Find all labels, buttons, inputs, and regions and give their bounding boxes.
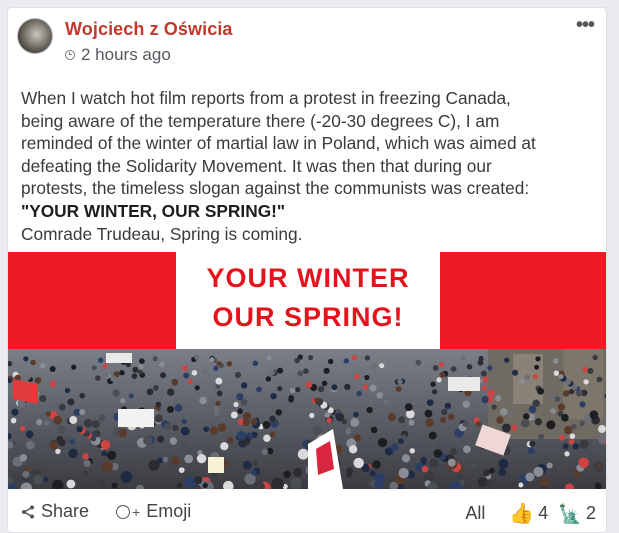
post-text-line: reminded of the winter of martial law in… — [21, 133, 536, 154]
post-text-line: being aware of the temperature there (-2… — [21, 110, 500, 131]
post-body: When I watch hot film reports from a pro… — [21, 87, 601, 245]
banner-line-1: YOUR WINTER — [206, 263, 410, 293]
post-meta: 2 hours ago — [65, 45, 171, 65]
post-footer: Share + Emoji All 👍 4 🗽 2 — [8, 489, 606, 532]
post-text-line: protests, the timeless slogan against th… — [21, 178, 530, 199]
banner-line-2: OUR SPRING! — [212, 302, 404, 332]
crowd-photo — [8, 349, 606, 489]
reaction-count: 4 — [538, 503, 549, 523]
post-time[interactable]: 2 hours ago — [81, 45, 171, 65]
reactions-bar: All 👍 4 🗽 2 — [465, 501, 596, 526]
post-text-line: When I watch hot film reports from a pro… — [21, 88, 511, 108]
emoji-button[interactable]: + Emoji — [116, 501, 191, 522]
post-card: Wojciech z Oświcia 2 hours ago ••• When … — [7, 7, 607, 533]
post-header: Wojciech z Oświcia 2 hours ago ••• — [8, 8, 606, 74]
post-text-line: defeating the Solidarity Movement. It wa… — [21, 155, 492, 176]
share-button[interactable]: Share — [21, 501, 89, 522]
share-label: Share — [41, 501, 90, 521]
slogan-banner: YOUR WINTER OUR SPRING! — [8, 252, 606, 349]
crowd-photo-graphic — [8, 349, 606, 489]
statue-of-liberty-icon: 🗽 — [558, 503, 582, 525]
emoji-label: Emoji — [146, 501, 192, 521]
avatar[interactable] — [17, 18, 53, 54]
clock-icon — [65, 50, 75, 60]
reaction-liberty[interactable]: 🗽 2 — [558, 502, 596, 526]
smiley-icon — [116, 504, 130, 519]
post-image[interactable]: YOUR WINTER OUR SPRING! — [8, 252, 606, 489]
reaction-count: 2 — [585, 503, 596, 523]
share-icon — [22, 505, 34, 518]
more-options-button[interactable]: ••• — [576, 14, 595, 37]
thumbs-up-icon: 👍 — [509, 503, 535, 525]
post-closing: Comrade Trudeau, Spring is coming. — [21, 223, 303, 244]
all-reactions-link[interactable]: All — [465, 503, 485, 524]
plus-icon: + — [132, 503, 141, 520]
reaction-thumbs-up[interactable]: 👍 4 — [509, 501, 548, 526]
banner-white-panel: YOUR WINTER OUR SPRING! — [176, 252, 440, 349]
post-slogan: "YOUR WINTER, OUR SPRING!" — [21, 200, 286, 221]
author-name[interactable]: Wojciech z Oświcia — [65, 19, 233, 40]
